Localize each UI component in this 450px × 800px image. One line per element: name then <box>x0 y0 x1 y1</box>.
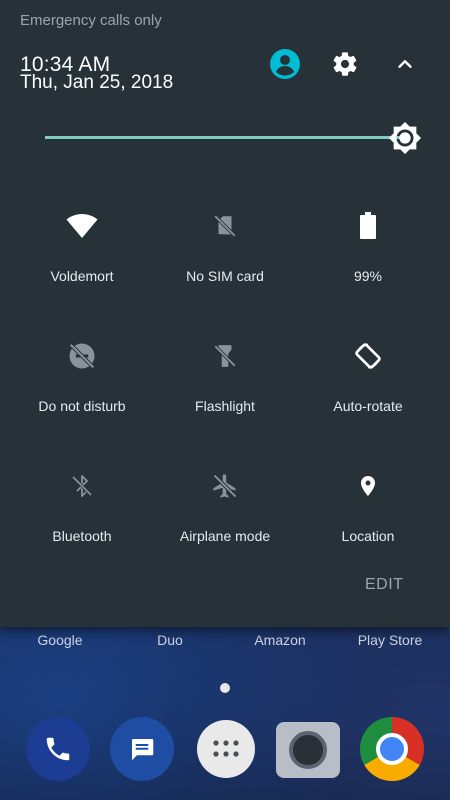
tile-flashlight-label: Flashlight <box>195 398 255 414</box>
app-label-play-store[interactable]: Play Store <box>358 632 423 648</box>
chrome-center-icon <box>376 733 408 765</box>
edit-button[interactable]: EDIT <box>365 576 403 594</box>
tile-battery-label: 99% <box>353 268 383 284</box>
chrome-icon[interactable] <box>360 717 424 781</box>
tile-auto-rotate-label: Auto-rotate <box>333 398 403 414</box>
app-drawer-icon[interactable] <box>197 720 255 778</box>
tile-airplane-label: Airplane mode <box>179 528 271 544</box>
no-sim-icon <box>209 210 241 242</box>
carrier-status: Emergency calls only <box>20 12 162 29</box>
tile-do-not-disturb[interactable]: Do not disturb <box>7 340 157 440</box>
wifi-icon <box>66 210 98 242</box>
tile-sim[interactable]: No SIM card <box>150 210 300 310</box>
tile-wifi[interactable]: Voldemort <box>7 210 157 310</box>
app-label-duo[interactable]: Duo <box>157 632 183 648</box>
tile-location-label: Location <box>341 528 395 544</box>
app-labels-row: Google Duo Amazon Play Store <box>0 632 450 652</box>
camera-icon[interactable] <box>276 722 340 778</box>
tile-location[interactable]: Location <box>293 470 443 570</box>
messages-icon[interactable] <box>110 717 174 781</box>
location-icon <box>352 470 384 502</box>
tile-wifi-label: Voldemort <box>50 268 114 284</box>
quick-settings-panel: Emergency calls only 10:34 AM Thu, Jan 2… <box>0 0 450 627</box>
tile-auto-rotate[interactable]: Auto-rotate <box>293 340 443 440</box>
app-label-amazon[interactable]: Amazon <box>254 632 305 648</box>
clock-date[interactable]: Thu, Jan 25, 2018 <box>20 72 173 94</box>
tile-sim-label: No SIM card <box>186 268 264 284</box>
tile-bluetooth[interactable]: Bluetooth <box>7 470 157 570</box>
user-icon[interactable] <box>267 46 303 82</box>
brightness-icon[interactable] <box>387 120 423 156</box>
tile-flashlight[interactable]: Flashlight <box>150 340 300 440</box>
auto-rotate-icon <box>352 340 384 372</box>
flashlight-icon <box>209 340 241 372</box>
tile-battery[interactable]: 99% <box>293 210 443 310</box>
bluetooth-icon <box>66 470 98 502</box>
app-label-google[interactable]: Google <box>37 632 82 648</box>
airplane-icon <box>209 470 241 502</box>
gear-icon[interactable] <box>327 46 363 82</box>
tile-dnd-label: Do not disturb <box>38 398 126 414</box>
chevron-up-icon[interactable] <box>387 46 423 82</box>
brightness-slider-track[interactable] <box>45 136 400 139</box>
tile-bluetooth-label: Bluetooth <box>52 528 112 544</box>
tile-airplane[interactable]: Airplane mode <box>150 470 300 570</box>
phone-icon[interactable] <box>26 717 90 781</box>
do-not-disturb-icon <box>66 340 98 372</box>
page-indicator-dot <box>220 683 230 693</box>
battery-icon <box>352 210 384 242</box>
camera-lens-icon <box>289 731 327 769</box>
